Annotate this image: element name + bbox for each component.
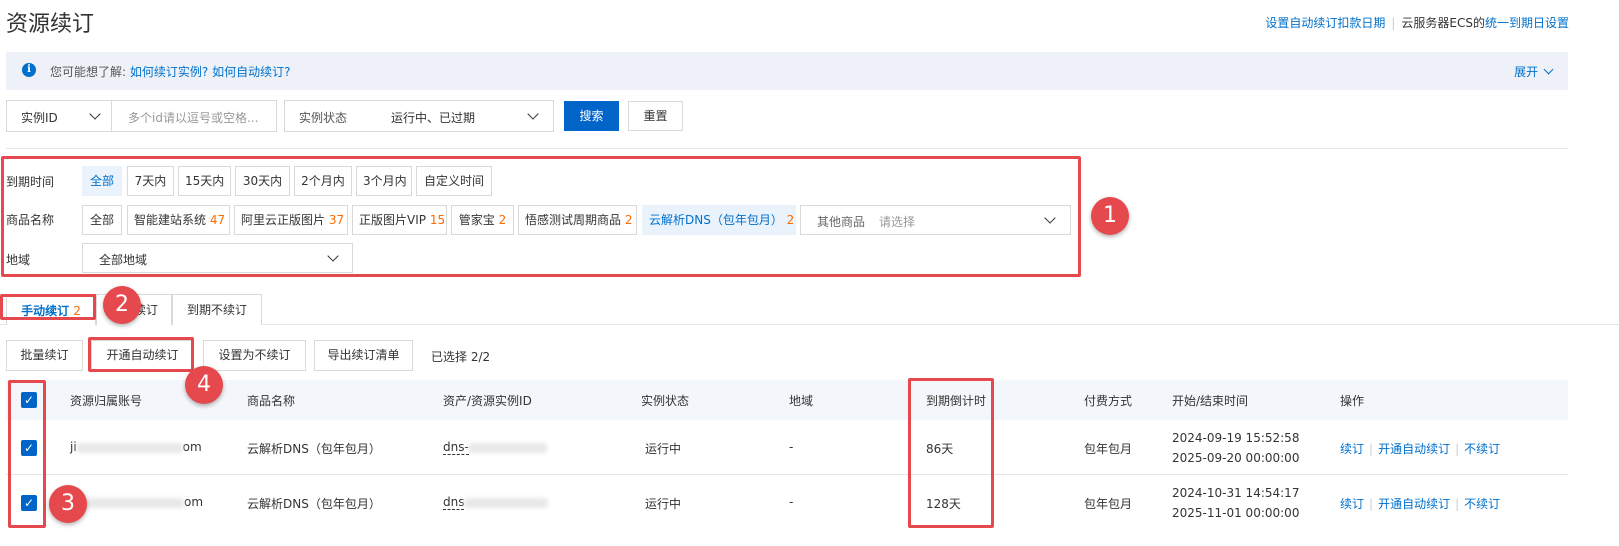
instance-prefix: dns- — [443, 440, 469, 455]
no-renew-link[interactable]: 不续订 — [1464, 442, 1500, 456]
table-header — [6, 380, 1568, 420]
instance-prefix: dns — [443, 495, 465, 510]
chevron-down-icon — [1543, 64, 1554, 75]
highlight-filters-box — [1, 156, 1081, 277]
highlight-enable-auto-box — [88, 337, 194, 372]
row-account: ji om — [70, 440, 202, 454]
account-start: ji — [70, 440, 77, 454]
page-title: 资源续订 — [6, 12, 95, 37]
export-renew-list-button[interactable]: 导出续订清单 — [314, 340, 413, 371]
account-end: om — [182, 440, 202, 454]
field-select[interactable]: 实例ID — [6, 100, 112, 132]
reset-button[interactable]: 重置 — [628, 101, 683, 131]
search-button[interactable]: 搜索 — [564, 101, 619, 131]
status-select[interactable]: 实例状态 运行中、已过期 — [284, 100, 554, 132]
how-to-renew-link[interactable]: 如何续订实例? — [130, 65, 208, 79]
row-operations: 续订 | 开通自动续订 | 不续订 — [1340, 497, 1501, 511]
redacted-text — [76, 442, 183, 453]
chevron-down-icon — [89, 108, 101, 120]
unified-expiry-link[interactable]: 统一到期日设置 — [1485, 16, 1569, 30]
divider — [6, 148, 1568, 149]
row-start-time: 2024-09-19 15:52:58 — [1172, 431, 1300, 445]
row-start-time: 2024-10-31 14:54:17 — [1172, 486, 1300, 500]
renew-link[interactable]: 续订 — [1340, 442, 1364, 456]
no-renew-link[interactable]: 不续订 — [1464, 497, 1500, 511]
highlight-manual-tab-box — [0, 294, 96, 320]
row-account: om — [70, 495, 203, 509]
status-label: 实例状态 — [299, 111, 348, 125]
row-operations: 续订 | 开通自动续订 | 不续订 — [1340, 442, 1501, 456]
row-status: 运行中 — [645, 497, 682, 511]
row-divider — [6, 474, 1568, 475]
row-region: - — [789, 440, 794, 454]
row-payment: 包年包月 — [1084, 442, 1133, 456]
instance-id-input[interactable]: 多个id请以逗号或空格... — [111, 100, 277, 132]
auto-renew-date-link[interactable]: 设置自动续订扣款日期 — [1265, 16, 1385, 30]
row-instance-id[interactable]: dns- — [443, 440, 547, 455]
redacted-text — [70, 497, 184, 508]
redacted-text — [464, 497, 549, 508]
col-region: 地域 — [789, 394, 814, 408]
status-value: 运行中、已过期 — [391, 111, 476, 125]
highlight-checkbox-column-box — [8, 380, 46, 528]
top-links: 设置自动续订扣款日期 | 云服务器ECS的统一到期日设置 — [1265, 16, 1569, 30]
info-prefix: 您可能想了解: — [50, 65, 127, 79]
set-no-renew-button[interactable]: 设置为不续订 — [203, 340, 306, 371]
info-icon: i — [22, 63, 36, 77]
row-end-time: 2025-09-20 00:00:00 — [1172, 451, 1300, 465]
col-time: 开始/结束时间 — [1172, 394, 1249, 408]
instance-id-placeholder: 多个id请以逗号或空格... — [128, 111, 259, 125]
expand-button[interactable]: 展开 — [1514, 63, 1554, 80]
col-product: 商品名称 — [247, 394, 296, 408]
annotation-badge-4: 4 — [185, 366, 223, 404]
row-status: 运行中 — [645, 442, 682, 456]
col-account: 资源归属账号 — [70, 394, 143, 408]
selected-count: 已选择 2/2 — [431, 350, 491, 364]
row-instance-id[interactable]: dns — [443, 495, 549, 510]
enable-auto-renew-link[interactable]: 开通自动续订 — [1378, 442, 1450, 456]
annotation-badge-2: 2 — [103, 286, 141, 324]
account-end: om — [184, 495, 204, 509]
how-to-auto-renew-link[interactable]: 如何自动续订? — [212, 65, 290, 79]
annotation-badge-1: 1 — [1091, 197, 1129, 235]
col-status: 实例状态 — [641, 394, 690, 408]
col-instance-id: 资产/资源实例ID — [443, 394, 532, 408]
field-select-value: 实例ID — [21, 111, 58, 125]
row-product: 云解析DNS（包年包月） — [247, 442, 381, 456]
chevron-down-icon — [527, 108, 539, 120]
redacted-text — [468, 442, 547, 453]
enable-auto-renew-link[interactable]: 开通自动续订 — [1378, 497, 1450, 511]
expand-label: 展开 — [1514, 65, 1539, 79]
col-payment: 付费方式 — [1084, 394, 1133, 408]
annotation-badge-3: 3 — [49, 485, 87, 523]
info-bar: i 您可能想了解: 如何续订实例? 如何自动续订? 展开 — [6, 52, 1568, 90]
batch-renew-button[interactable]: 批量续订 — [6, 340, 83, 371]
row-product: 云解析DNS（包年包月） — [247, 497, 381, 511]
tab-no-renew[interactable]: 到期不续订 — [172, 294, 262, 325]
row-region: - — [789, 495, 794, 509]
highlight-countdown-column-box — [908, 378, 994, 528]
ecs-prefix: 云服务器ECS的 — [1401, 16, 1485, 30]
col-operation: 操作 — [1340, 394, 1365, 408]
renew-link[interactable]: 续订 — [1340, 497, 1364, 511]
row-payment: 包年包月 — [1084, 497, 1133, 511]
row-end-time: 2025-11-01 00:00:00 — [1172, 506, 1300, 520]
